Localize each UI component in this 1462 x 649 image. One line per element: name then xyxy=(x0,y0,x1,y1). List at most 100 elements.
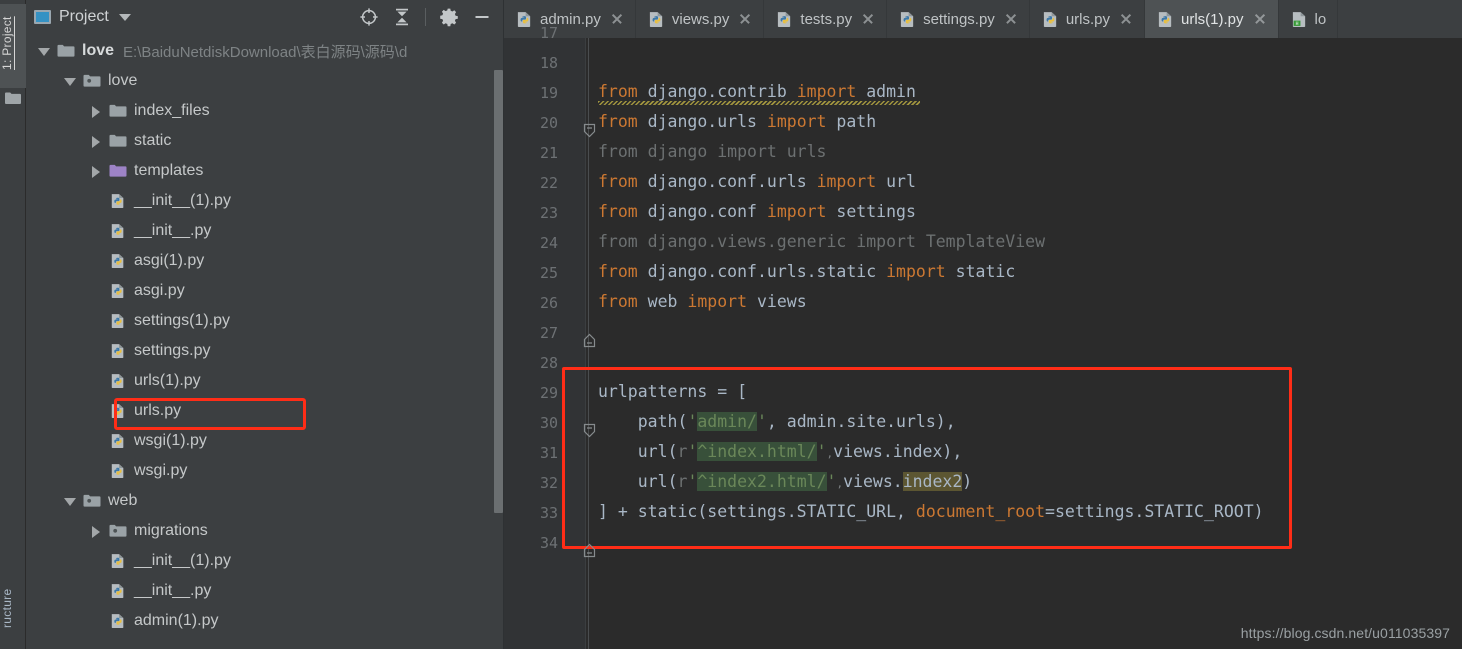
python-file-icon xyxy=(111,344,124,359)
collapse-all-icon[interactable] xyxy=(392,7,412,27)
python-file-icon xyxy=(1158,11,1172,27)
tree-folder-row[interactable]: static xyxy=(26,126,504,156)
editor-tab[interactable]: Hlo xyxy=(1279,0,1339,38)
python-file-icon xyxy=(111,404,124,419)
editor-tab-bar: admin.py views.py tests.py settings.py urls.… xyxy=(504,0,1462,38)
tree-file-row[interactable]: wsgi(1).py xyxy=(26,426,504,456)
code-line: path('admin/', admin.site.urls), xyxy=(637,412,956,431)
line-number: 19 xyxy=(539,84,558,102)
folder-icon xyxy=(109,134,127,147)
tree-item-label: web xyxy=(108,492,138,509)
chevron-down-icon[interactable] xyxy=(118,13,131,21)
svg-text:H: H xyxy=(1295,20,1298,26)
tree-file-row[interactable]: urls(1).py xyxy=(26,366,504,396)
chevron-down-icon[interactable] xyxy=(38,45,51,58)
tree-file-row[interactable]: asgi.py xyxy=(26,276,504,306)
editor-tab-label: urls(1).py xyxy=(1181,10,1244,28)
tree-item-label: urls.py xyxy=(134,402,182,419)
python-file-icon xyxy=(111,584,124,599)
code-line: urlpatterns = [ xyxy=(598,382,748,401)
chevron-right-icon[interactable] xyxy=(90,165,103,178)
editor-tab-label: tests.py xyxy=(800,10,853,28)
tree-folder-row[interactable]: index_files xyxy=(26,96,504,126)
tree-folder-row[interactable]: web xyxy=(26,486,504,516)
line-number: 23 xyxy=(539,204,558,222)
tab-close-icon[interactable] xyxy=(1253,12,1267,26)
tree-file-row[interactable]: __init__.py xyxy=(26,216,504,246)
tool-window-tab-project-label: 1: Project xyxy=(0,16,14,70)
editor-area: admin.py views.py tests.py settings.py urls.… xyxy=(504,0,1462,649)
chevron-down-icon[interactable] xyxy=(64,495,77,508)
tab-close-icon[interactable] xyxy=(610,12,624,26)
tab-close-icon[interactable] xyxy=(1119,12,1133,26)
folder-icon xyxy=(5,92,21,104)
warning-squiggle xyxy=(598,101,920,105)
tree-file-row[interactable]: admin(1).py xyxy=(26,606,504,636)
tree-item-label: asgi.py xyxy=(134,282,185,299)
tab-close-icon[interactable] xyxy=(738,12,752,26)
editor-tab[interactable]: urls(1).py xyxy=(1145,0,1279,38)
editor-tab[interactable]: admin.py xyxy=(504,0,636,38)
tree-file-row[interactable]: __init__(1).py xyxy=(26,546,504,576)
editor-tab[interactable]: views.py xyxy=(636,0,765,38)
python-file-icon xyxy=(1043,11,1056,27)
fold-expand-icon[interactable] xyxy=(582,423,597,438)
tree-file-row[interactable]: __init__(1).py xyxy=(26,186,504,216)
tree-item-label: wsgi(1).py xyxy=(134,432,207,449)
tree-file-row[interactable]: wsgi.py xyxy=(26,456,504,486)
python-file-icon xyxy=(111,224,124,239)
editor-tab[interactable]: urls.py xyxy=(1030,0,1145,38)
project-view-selector[interactable]: Project xyxy=(34,8,131,26)
tree-file-row[interactable]: settings(1).py xyxy=(26,306,504,336)
python-file-icon xyxy=(111,194,124,209)
locate-target-icon[interactable] xyxy=(359,7,379,27)
tree-file-row[interactable]: urls.py xyxy=(26,396,504,426)
fold-end-icon[interactable] xyxy=(582,543,597,558)
tool-window-tab-project[interactable]: 1: Project xyxy=(0,4,26,88)
module-folder-icon xyxy=(83,74,101,87)
toolbar-divider xyxy=(425,8,426,26)
chevron-down-icon[interactable] xyxy=(64,75,77,88)
fold-expand-icon[interactable] xyxy=(582,123,597,138)
tree-file-row[interactable]: settings.py xyxy=(26,336,504,366)
chevron-right-icon[interactable] xyxy=(90,525,103,538)
tree-folder-row[interactable]: templates xyxy=(26,156,504,186)
tree-file-row[interactable]: __init__.py xyxy=(26,576,504,606)
fold-end-icon[interactable] xyxy=(582,333,597,348)
code-editor[interactable]: 17 18 19 20 21 22 23 24 25 26 27 28 29 30 31 32 33 34 fro… xyxy=(504,24,1462,649)
chevron-right-icon[interactable] xyxy=(90,135,103,148)
editor-tab[interactable]: tests.py xyxy=(764,0,888,38)
code-content[interactable]: from django.contrib import admin from dja… xyxy=(598,38,1462,649)
watermark-text: https://blog.csdn.net/u011035397 xyxy=(1240,625,1450,641)
tree-file-row[interactable]: asgi(1).py xyxy=(26,246,504,276)
line-number: 24 xyxy=(539,234,558,252)
tree-folder-row[interactable]: love xyxy=(26,66,504,96)
project-panel-title: Project xyxy=(59,8,109,25)
line-number: 26 xyxy=(539,294,558,312)
code-line: from django.conf import settings xyxy=(598,202,916,221)
tree-item-label: templates xyxy=(134,162,204,179)
line-number: 25 xyxy=(539,264,558,282)
module-folder-icon xyxy=(83,494,101,507)
tree-item-label: __init__.py xyxy=(134,582,212,599)
editor-tab-label: lo xyxy=(1314,10,1327,28)
tree-folder-row[interactable]: migrations xyxy=(26,516,504,546)
editor-tab[interactable]: settings.py xyxy=(887,0,1030,38)
tree-folder-row[interactable]: love E:\BaiduNetdiskDownload\表白源码\源码\d xyxy=(26,36,504,66)
editor-tab-label: settings.py xyxy=(923,10,995,28)
minimize-icon[interactable] xyxy=(472,7,492,27)
project-file-tree[interactable]: love E:\BaiduNetdiskDownload\表白源码\源码\d lov… xyxy=(26,34,504,636)
chevron-right-icon[interactable] xyxy=(90,105,103,118)
tab-close-icon[interactable] xyxy=(861,12,875,26)
tab-close-icon[interactable] xyxy=(1004,12,1018,26)
editor-gutter[interactable]: 17 18 19 20 21 22 23 24 25 26 27 28 29 30 31 32 33 34 xyxy=(504,24,586,649)
line-number: 28 xyxy=(539,354,558,372)
tool-window-tab-structure[interactable]: ructure xyxy=(0,569,26,647)
gear-icon[interactable] xyxy=(439,7,459,27)
project-panel-scroll-thumb[interactable] xyxy=(494,70,503,513)
code-line: from django.conf.urls import url xyxy=(598,172,916,191)
